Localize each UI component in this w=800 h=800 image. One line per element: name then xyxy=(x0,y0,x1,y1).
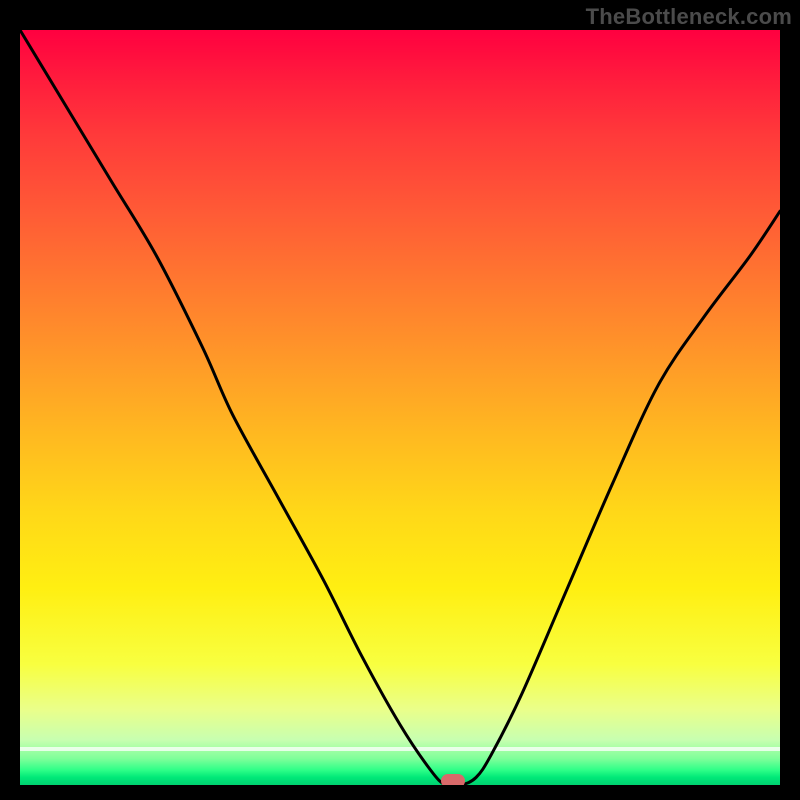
chart-frame: TheBottleneck.com xyxy=(0,0,800,800)
watermark-text: TheBottleneck.com xyxy=(586,4,792,30)
bottleneck-curve xyxy=(20,30,780,785)
minimum-marker xyxy=(441,774,465,785)
plot-area xyxy=(20,30,780,785)
